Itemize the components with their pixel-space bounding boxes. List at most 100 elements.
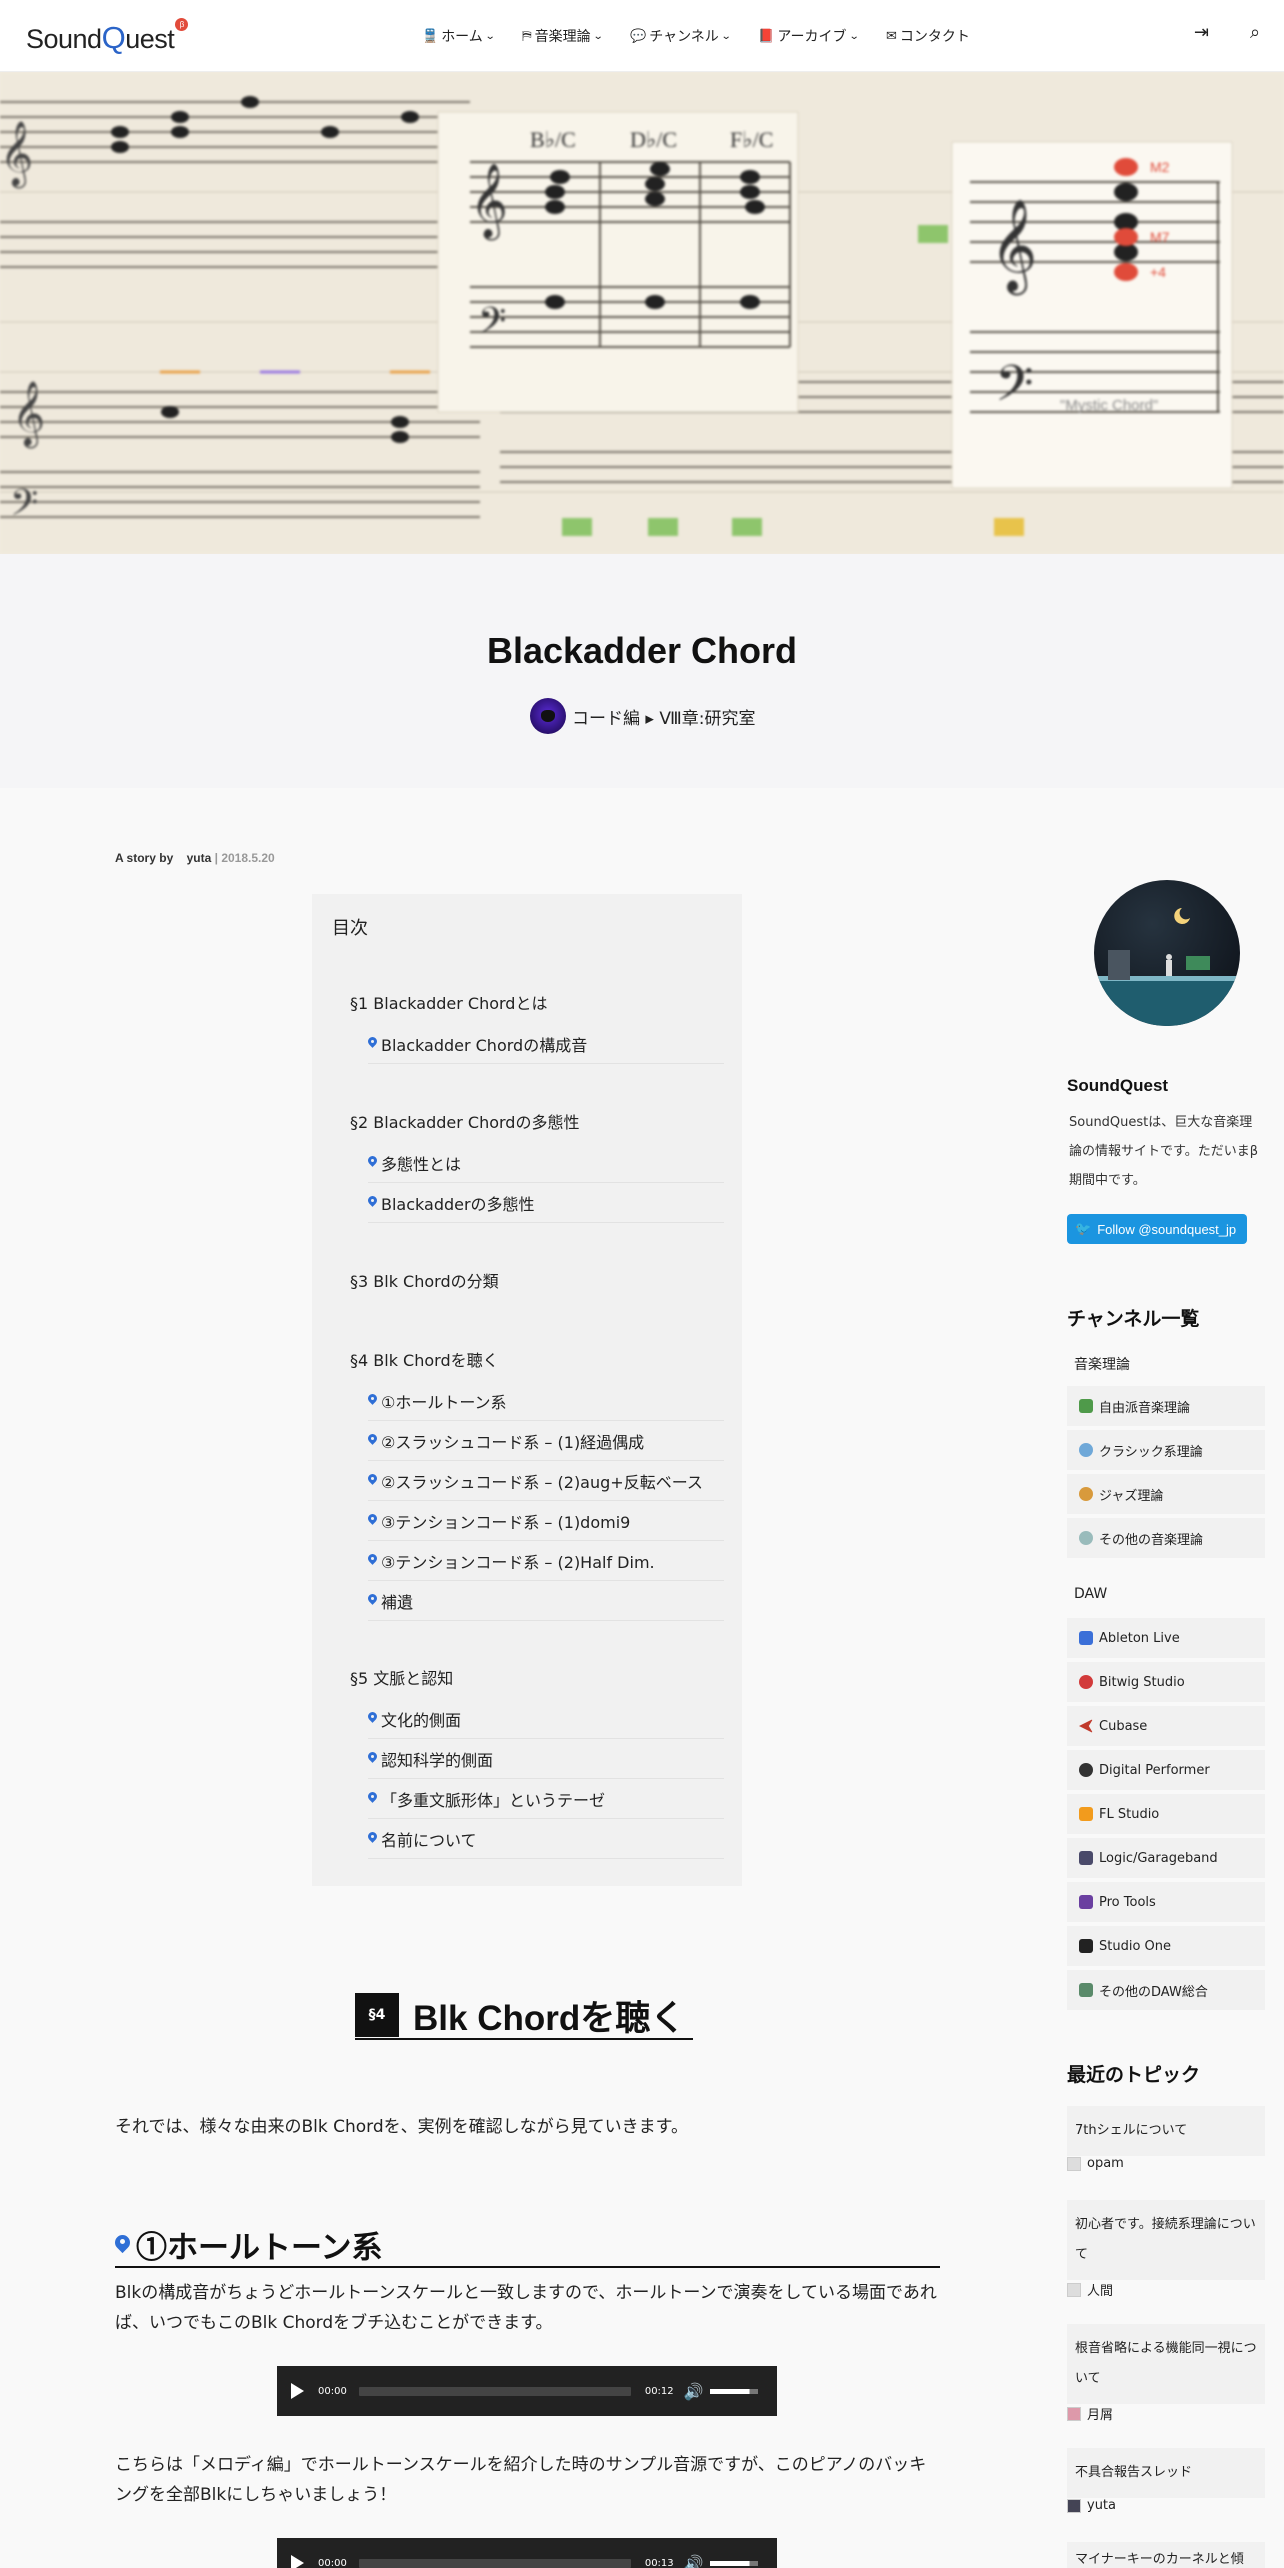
twitter-bird-icon: 🐦 — [1075, 1221, 1092, 1236]
toc-item[interactable]: 文化的側面 — [368, 1699, 724, 1739]
sidebar-item-fl-studio[interactable]: FL Studio — [1067, 1794, 1265, 1834]
audio-duration: 00:13 — [644, 2557, 674, 2568]
sidebar-item-logic[interactable]: Logic/Garageband — [1067, 1838, 1265, 1878]
avatar — [1067, 2498, 1081, 2513]
sidebar-item-studio-one[interactable]: Studio One — [1067, 1926, 1265, 1966]
nav-channel[interactable]: 💬 チャンネル ⌄ — [630, 26, 731, 46]
volume-slider[interactable] — [709, 2560, 758, 2566]
toc-item[interactable]: ②スラッシュコード系 – (1)経過偶成 — [368, 1421, 724, 1461]
hero-caption: "Mystic Chord" — [1060, 397, 1158, 414]
toc-section[interactable]: §5 文脈と認知 — [350, 1665, 453, 1689]
channel-group-label: 音楽理論 — [1074, 1357, 1130, 1373]
channel-icon — [1079, 1443, 1093, 1457]
night-scene-illustration — [1094, 908, 1240, 1026]
topic-item[interactable]: マイナーキーのカーネルと傾 — [1067, 2542, 1265, 2568]
toc-item[interactable]: 多態性とは — [368, 1143, 724, 1183]
map-pin-icon — [115, 2233, 130, 2255]
svg-text:𝄢: 𝄢 — [995, 355, 1034, 425]
channels-heading: チャンネル一覧 — [1067, 1309, 1200, 1330]
mail-icon: ✉ — [885, 28, 897, 44]
post-date: | 2018.5.20 — [214, 851, 275, 865]
audio-progress-bar[interactable] — [358, 2386, 631, 2396]
map-pin-icon — [368, 1474, 377, 1487]
sidebar-item-free-theory[interactable]: 自由派音楽理論 — [1067, 1386, 1265, 1426]
avatar — [1067, 2282, 1081, 2297]
sidebar-item-classic-theory[interactable]: クラシック系理論 — [1067, 1430, 1265, 1470]
sidebar-item-cubase[interactable]: Cubase — [1067, 1706, 1265, 1746]
svg-text:𝄞: 𝄞 — [0, 121, 33, 188]
audio-player[interactable]: 00:00 00:12 🔊 — [277, 2366, 777, 2416]
topic-item[interactable]: 初心者です。接続系理論について — [1067, 2200, 1265, 2280]
toc-item[interactable]: ②スラッシュコード系 – (2)aug+反転ベース — [368, 1461, 724, 1501]
nav-archive[interactable]: 📕 アーカイブ ⌄ — [758, 26, 859, 46]
toc-item[interactable]: ③テンションコード系 – (1)domi9 — [368, 1501, 724, 1541]
sidebar-item-other-daw[interactable]: その他のDAW総合 — [1067, 1970, 1265, 2010]
channel-icon — [1079, 1531, 1093, 1545]
audio-progress-bar[interactable] — [358, 2558, 631, 2568]
topic-user[interactable]: opam — [1067, 2156, 1124, 2171]
book-icon: 📕 — [758, 28, 775, 44]
toc-section[interactable]: §1 Blackadder Chordとは — [350, 990, 547, 1014]
avatar — [1067, 2406, 1081, 2421]
sidebar-item-pro-tools[interactable]: Pro Tools — [1067, 1882, 1265, 1922]
topic-user[interactable]: 人間 — [1067, 2280, 1113, 2299]
post-meta: A story by yuta | 2018.5.20 — [115, 851, 275, 865]
toc-item[interactable]: Blackadderの多態性 — [368, 1183, 724, 1223]
sidebar-item-digital-performer[interactable]: Digital Performer — [1067, 1750, 1265, 1790]
toc-item[interactable]: 認知科学的側面 — [368, 1739, 724, 1779]
topic-user[interactable]: 月屑 — [1067, 2404, 1113, 2423]
login-icon[interactable]: ⇥ — [1194, 22, 1209, 43]
audio-duration: 00:12 — [644, 2385, 674, 2397]
volume-slider[interactable] — [709, 2388, 758, 2394]
map-pin-icon — [368, 1792, 377, 1805]
audio-current-time: 00:00 — [318, 2557, 347, 2568]
volume-icon[interactable]: 🔊 — [684, 2554, 704, 2568]
toc-item[interactable]: 「多重文脈形体」というテーゼ — [368, 1779, 724, 1819]
topic-item[interactable]: 不具合報告スレッド — [1067, 2448, 1265, 2498]
studio-one-icon — [1079, 1939, 1093, 1953]
search-icon[interactable]: ⌕ — [1250, 22, 1260, 43]
map-pin-icon — [368, 1434, 377, 1447]
audio-player[interactable]: 00:00 00:13 🔊 — [277, 2538, 777, 2568]
sidebar-site-name: SoundQuest — [1067, 1076, 1169, 1095]
topic-user[interactable]: yuta — [1067, 2498, 1116, 2513]
topic-item[interactable]: 7thシェルについて — [1067, 2106, 1265, 2156]
toc-section[interactable]: §4 Blk Chordを聴く — [350, 1347, 499, 1371]
channel-group-label: DAW — [1074, 1586, 1108, 1602]
toc-item[interactable]: 名前について — [368, 1819, 724, 1859]
play-icon[interactable] — [291, 2555, 304, 2568]
section-badge: §4 — [355, 1993, 399, 2037]
nav-contact[interactable]: ✉ コンタクト — [886, 26, 970, 46]
body-paragraph: こちらは「メロディ編」でホールトーンスケールを紹介した時のサンプル音源ですが、こ… — [115, 2455, 927, 2505]
volume-icon[interactable]: 🔊 — [684, 2382, 704, 2401]
toc-item[interactable]: ③テンションコード系 – (2)Half Dim. — [368, 1541, 724, 1581]
hero-image: B♭/C D♭/C F♭/C 𝄞 𝄢 𝄞 𝄢 M2 M7 +4 "Mystic … — [0, 72, 1284, 554]
toc-item[interactable]: Blackadder Chordの構成音 — [368, 1024, 724, 1064]
toc-section[interactable]: §2 Blackadder Chordの多態性 — [350, 1109, 579, 1133]
audio-current-time: 00:00 — [318, 2385, 347, 2397]
map-pin-icon — [368, 1514, 377, 1527]
topic-item[interactable]: 根音省略による機能同一視について — [1067, 2324, 1265, 2404]
toc-section[interactable]: §3 Blk Chordの分類 — [350, 1268, 499, 1292]
body-paragraph: Blkの構成音がちょうどホールトーンスケールと一致しますので、ホールトーンで演奏… — [115, 2283, 937, 2333]
toc-item[interactable]: 補遺 — [368, 1581, 724, 1621]
toc-item[interactable]: ①ホールトーン系 — [368, 1381, 724, 1421]
sidebar-item-jazz-theory[interactable]: ジャズ理論 — [1067, 1474, 1265, 1514]
author-link[interactable]: yuta — [187, 851, 212, 865]
intro-paragraph: それでは、様々な由来のBlk Chordを、実例を確認しながら見ていきます。 — [115, 2117, 688, 2137]
sidebar-description: SoundQuestは、巨大な音楽理論の情報サイトです。ただいまβ期間中です。 — [1069, 1115, 1258, 1188]
twitter-follow-button[interactable]: 🐦 Follow @soundquest_jp — [1067, 1214, 1247, 1244]
nav-theory[interactable]: ⛿ 音楽理論 ⌄ — [522, 26, 603, 46]
table-of-contents: 目次 §1 Blackadder Chordとは Blackadder Chor… — [312, 894, 742, 1886]
nav-home[interactable]: 🚆 ホーム ⌄ — [422, 26, 495, 46]
sidebar-item-bitwig[interactable]: Bitwig Studio — [1067, 1662, 1265, 1702]
sidebar-item-other-theory[interactable]: その他の音楽理論 — [1067, 1518, 1265, 1558]
train-icon: 🚆 — [422, 28, 439, 44]
hero-chord-label: B♭/C — [530, 127, 576, 152]
post-category[interactable]: コード編 ▸ Ⅷ章:研究室 — [530, 698, 755, 734]
sidebar-item-ableton[interactable]: Ableton Live — [1067, 1618, 1265, 1658]
play-icon[interactable] — [291, 2383, 304, 2399]
site-logo[interactable]: SoundQuest β — [26, 18, 189, 56]
site-header: SoundQuest β 🚆 ホーム ⌄ ⛿ 音楽理論 ⌄ 💬 チャンネル ⌄ 📕 アーカイブ… — [0, 0, 1284, 72]
chat-icon: 💬 — [630, 28, 647, 44]
